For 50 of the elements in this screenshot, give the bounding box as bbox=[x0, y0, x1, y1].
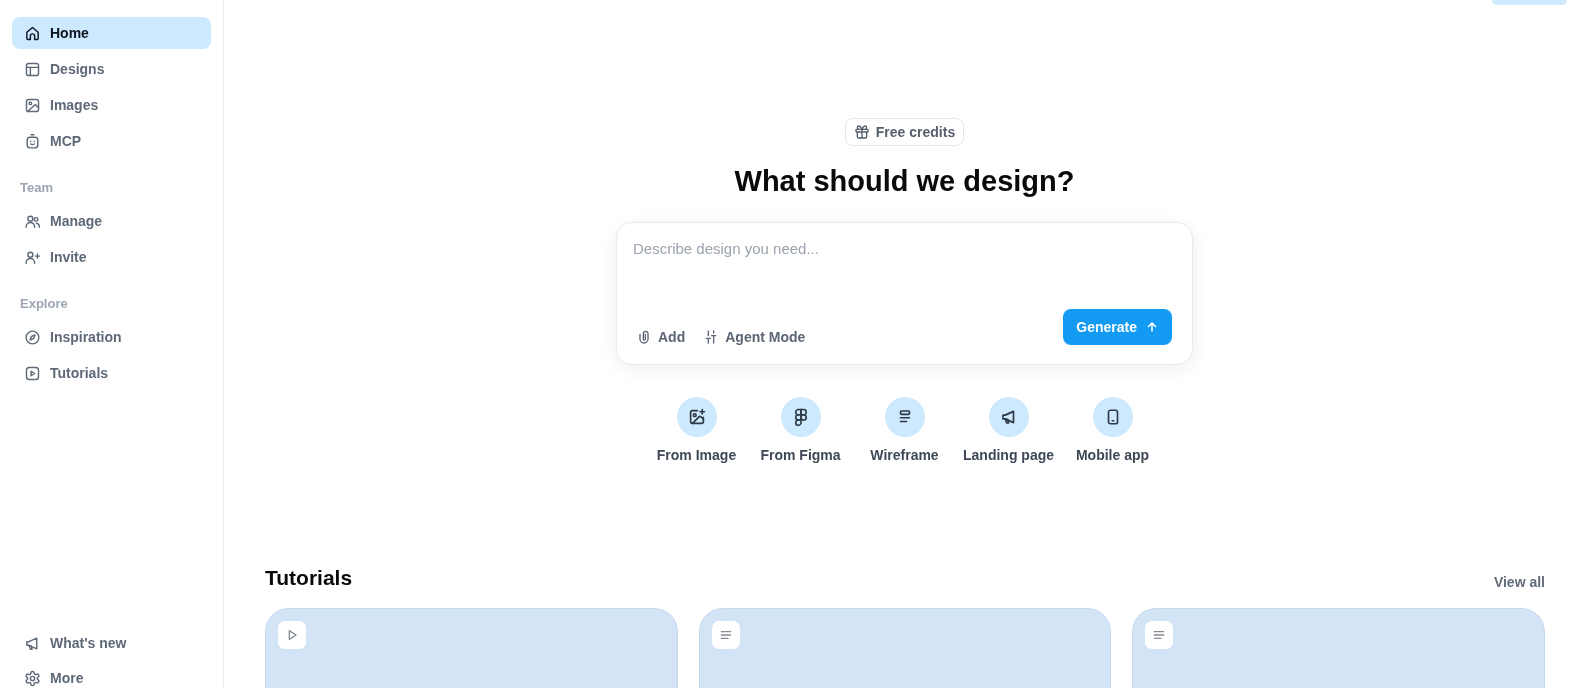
nav-item[interactable]: Images bbox=[12, 89, 211, 121]
play-icon bbox=[278, 621, 306, 649]
shortcut-button[interactable]: Mobile app bbox=[1060, 397, 1165, 464]
image-icon bbox=[24, 96, 41, 114]
section-label: Explore bbox=[19, 295, 69, 313]
header-button[interactable] bbox=[1492, 0, 1567, 5]
section-heading: Tutorials bbox=[265, 565, 353, 591]
arrow-up-icon bbox=[1145, 320, 1159, 334]
nav-item[interactable]: MCP bbox=[12, 125, 211, 157]
tool-button[interactable]: Agent Mode bbox=[703, 325, 806, 349]
image-plus-icon bbox=[676, 397, 717, 437]
credits-badge[interactable]: Free credits bbox=[844, 118, 965, 146]
nav-item[interactable]: Invite bbox=[12, 241, 211, 273]
shortcut-button[interactable]: Landing page bbox=[956, 397, 1061, 464]
nav-item[interactable]: What's new bbox=[12, 625, 211, 653]
paperclip-icon bbox=[636, 329, 652, 345]
text-lines-icon bbox=[711, 621, 740, 649]
users-icon bbox=[24, 212, 41, 230]
nav-item[interactable]: Inspiration bbox=[12, 321, 211, 353]
megaphone-icon bbox=[988, 397, 1029, 437]
text-lines-icon bbox=[1145, 621, 1174, 649]
prompt-box[interactable]: Describe design you need... Add Agent Mode Generate bbox=[616, 222, 1193, 365]
play-icon bbox=[24, 364, 41, 382]
nav-item[interactable]: Tutorials bbox=[12, 357, 211, 389]
nav-item[interactable]: Designs bbox=[12, 53, 211, 85]
wireframe-icon bbox=[884, 397, 925, 437]
settings-icon bbox=[24, 669, 41, 687]
compass-icon bbox=[24, 328, 41, 346]
nav-item[interactable]: Manage bbox=[12, 205, 211, 237]
home-icon bbox=[24, 24, 41, 42]
shortcut-button[interactable]: Wireframe bbox=[852, 397, 957, 464]
tutorial-card[interactable] bbox=[265, 608, 678, 688]
tutorial-card[interactable] bbox=[698, 608, 1112, 688]
layout-icon bbox=[24, 60, 41, 78]
user-plus-icon bbox=[24, 248, 41, 266]
view-all-link[interactable]: View all bbox=[1493, 572, 1545, 592]
nav-item[interactable]: Home bbox=[12, 17, 211, 49]
phone-icon bbox=[1092, 397, 1133, 437]
page-heading: What should we design? bbox=[734, 164, 1075, 199]
shortcut-button[interactable]: From Image bbox=[644, 397, 749, 464]
generate-button[interactable]: Generate bbox=[1063, 309, 1172, 345]
tool-button[interactable]: Add bbox=[636, 325, 686, 349]
section-label: Team bbox=[19, 179, 54, 197]
robot-icon bbox=[24, 132, 41, 150]
gift-icon bbox=[853, 124, 870, 140]
tutorial-card[interactable] bbox=[1132, 608, 1545, 688]
figma-icon bbox=[780, 397, 821, 437]
shortcut-button[interactable]: From Figma bbox=[748, 397, 853, 464]
nav-item[interactable]: More bbox=[12, 660, 211, 688]
prompt-field[interactable]: Describe design you need... bbox=[633, 239, 1172, 309]
